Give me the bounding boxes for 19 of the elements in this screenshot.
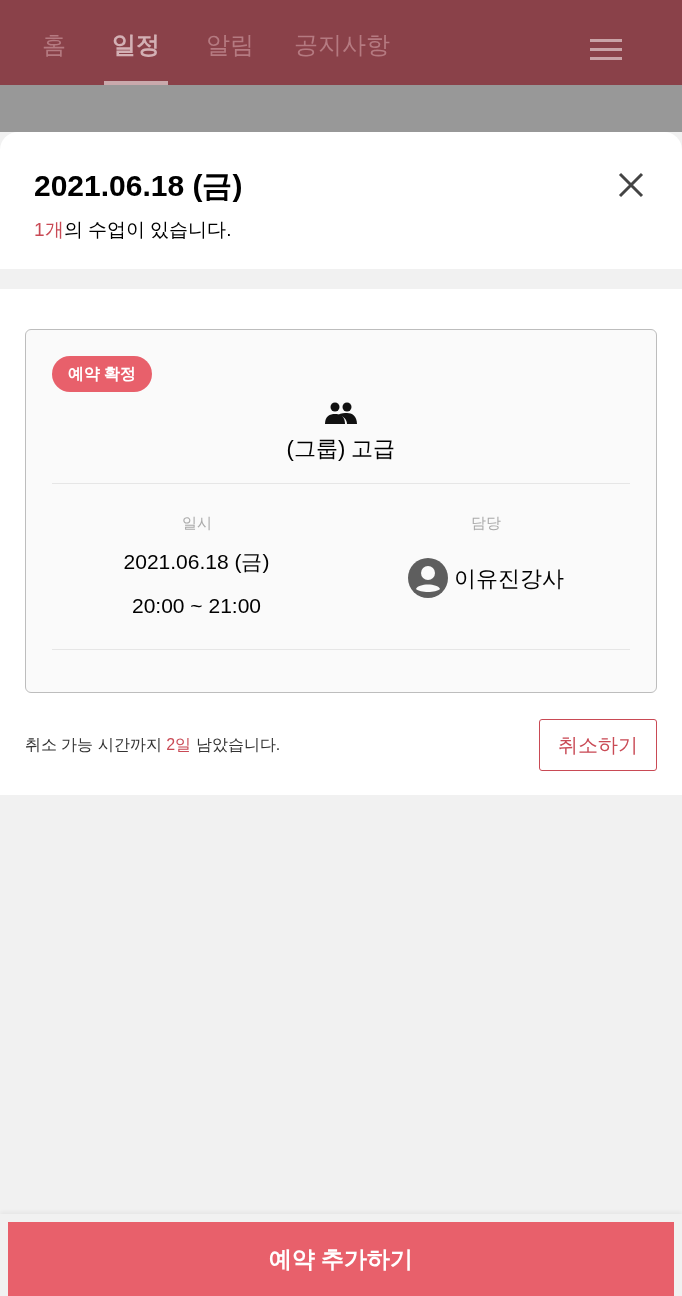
- lesson-time: 20:00 ~ 21:00: [131, 592, 261, 619]
- nav-tab[interactable]: 홈: [40, 19, 68, 85]
- avatar-icon: [407, 558, 448, 598]
- group-icon: [325, 401, 357, 424]
- sheet-title: 2021.06.18 (금): [34, 168, 244, 204]
- menu-icon[interactable]: [590, 39, 622, 61]
- status-badge: 예약 확정: [52, 355, 153, 392]
- cancel-button[interactable]: 취소하기: [539, 719, 657, 771]
- teacher-label: 담당: [470, 512, 501, 533]
- add-reservation-button[interactable]: 예약 추가하기: [8, 1222, 674, 1296]
- close-icon[interactable]: [618, 172, 644, 198]
- date-label: 일시: [181, 512, 212, 533]
- teacher-name: 이유진강사: [453, 564, 564, 593]
- lesson-count-text: 1개의 수업이 있습니다.: [34, 218, 233, 242]
- lesson-name: (그룹) 고급: [286, 434, 396, 463]
- nav-tab[interactable]: 공지사항: [292, 19, 392, 85]
- lesson-date: 2021.06.18 (금): [123, 549, 270, 575]
- nav-tab[interactable]: 알림: [204, 19, 256, 85]
- cancel-notice: 취소 가능 시간까지 2일 남았습니다.: [25, 735, 281, 755]
